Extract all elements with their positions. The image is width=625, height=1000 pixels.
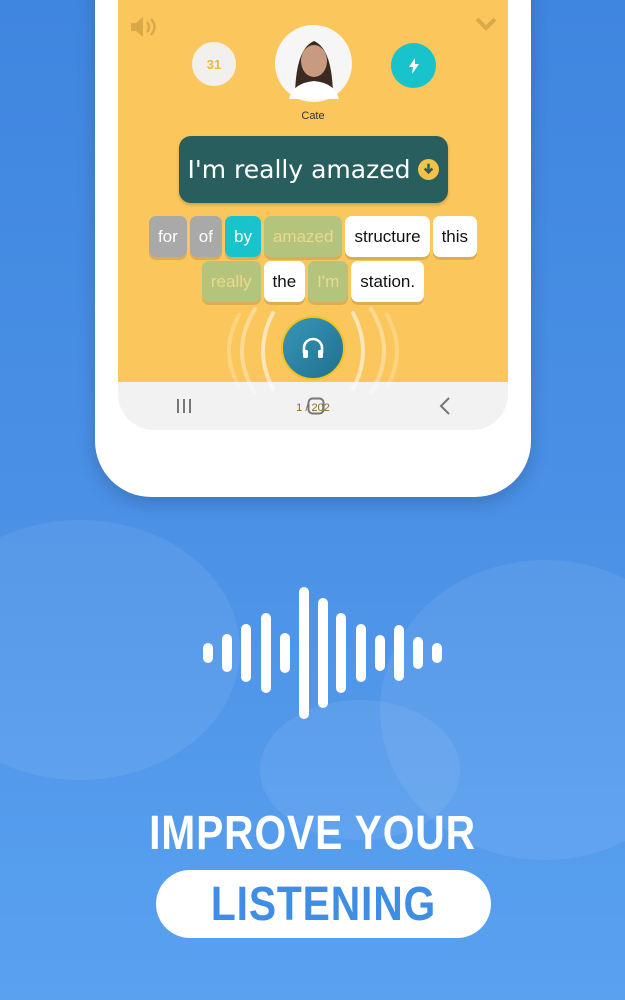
waveform-bar: [222, 634, 232, 672]
waveform-bar: [375, 635, 385, 671]
promo-highlight: LISTENING: [210, 877, 437, 931]
promo-title: IMPROVE YOUR: [149, 807, 476, 860]
waveform-bar: [241, 624, 251, 682]
waveform-bar: [394, 625, 404, 681]
waveform-bar: [203, 643, 213, 663]
waveform-bar: [318, 598, 328, 708]
promo-pill: LISTENING: [156, 870, 491, 938]
waveform-bar: [336, 613, 346, 693]
waveform-bar: [261, 613, 271, 693]
waveform-bar: [432, 643, 442, 663]
waveform-bar: [356, 624, 366, 682]
waveform-bar: [413, 637, 423, 669]
waveform-bar: [280, 633, 290, 673]
waveform-bar: [299, 587, 309, 719]
